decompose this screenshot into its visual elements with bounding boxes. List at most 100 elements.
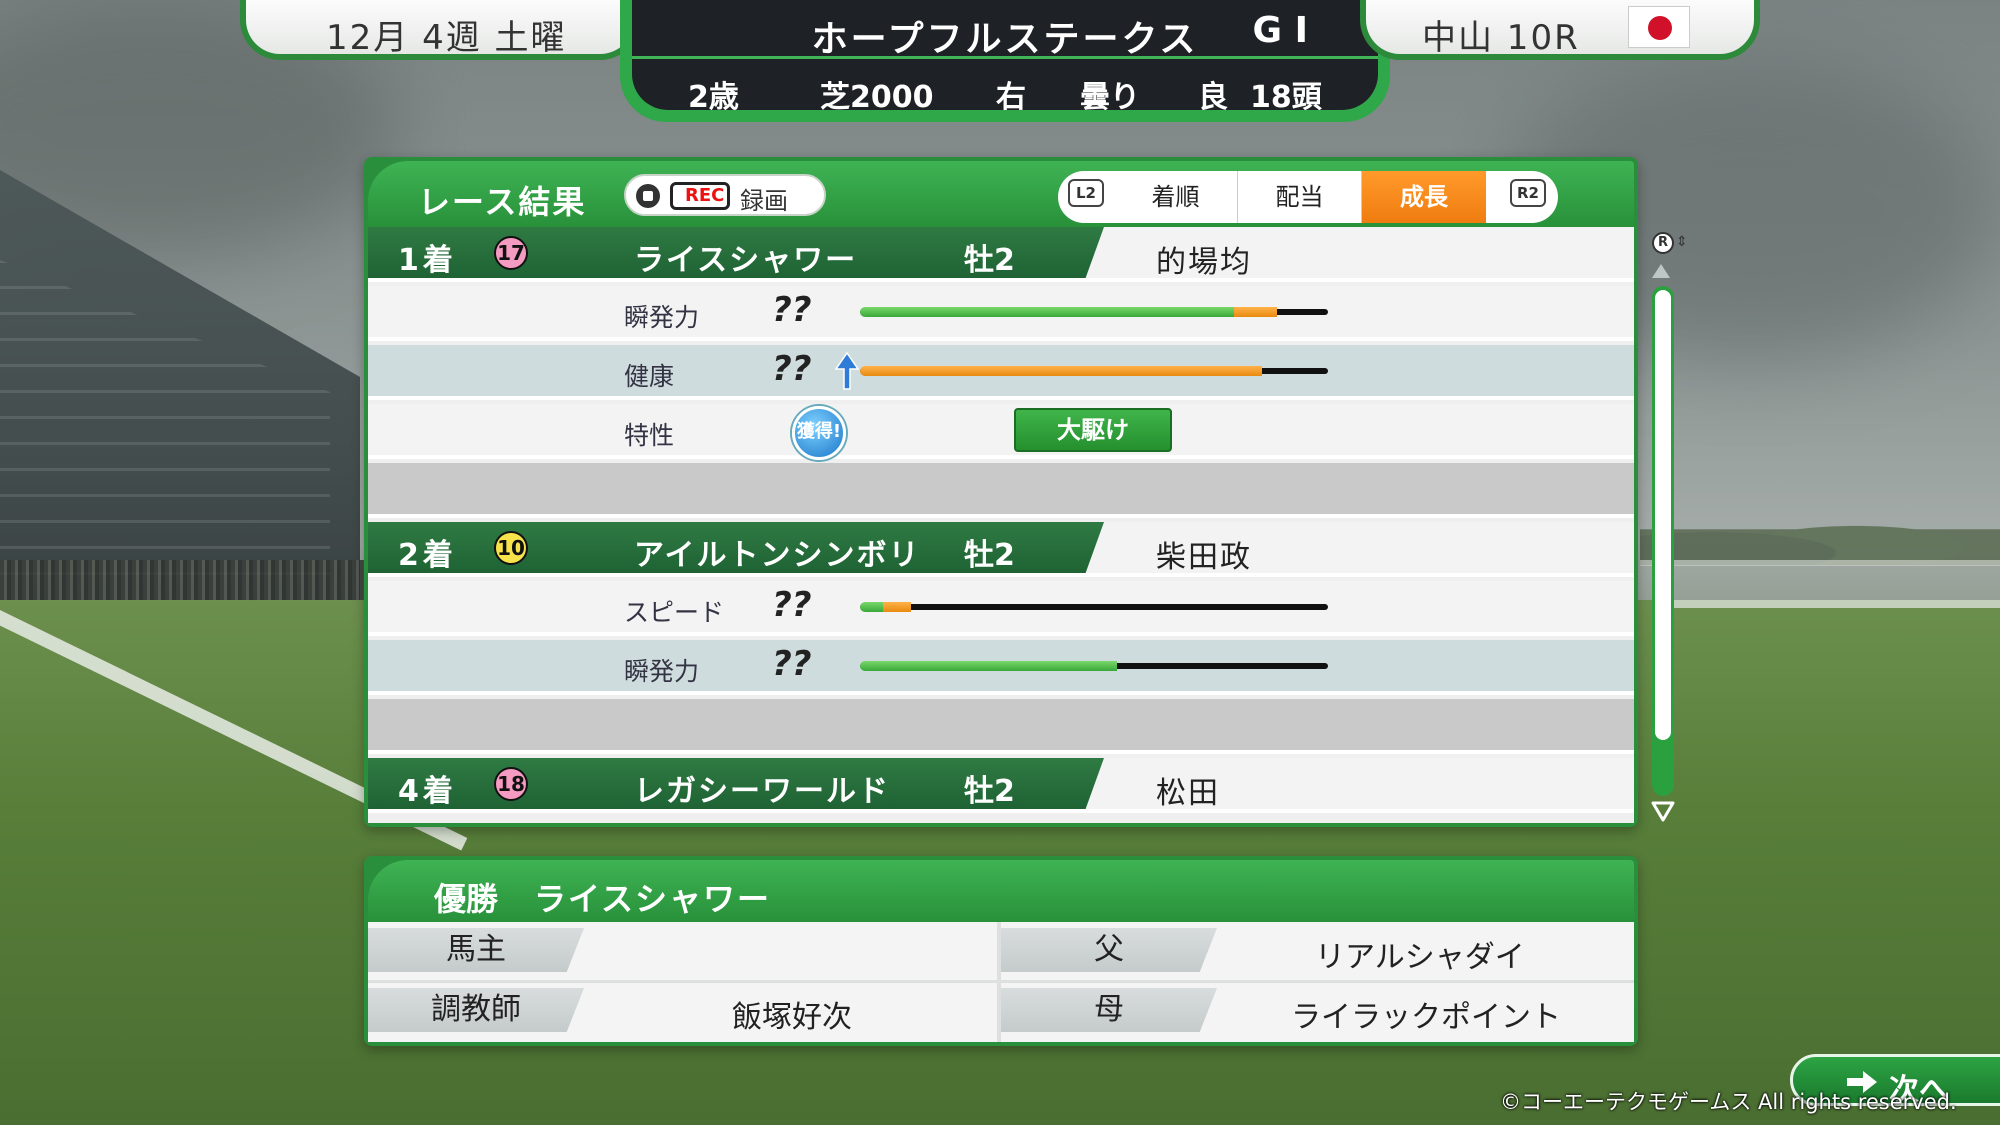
sire-value: リアルシャダイ: [1315, 940, 1525, 975]
finish-place: 4着: [398, 774, 457, 809]
trainer-value: 飯塚好次: [732, 1000, 852, 1035]
race-date-box: 12月 4週 土曜: [240, 0, 640, 60]
tab-finish-order[interactable]: 着順: [1114, 171, 1238, 223]
record-button[interactable]: REC 録画: [624, 174, 826, 216]
horse-band: 1着 17 ライスシャワー 牡2: [368, 227, 1104, 278]
spacer-row: [368, 699, 1634, 754]
horse-band: 2着 10 アイルトンシンボリ 牡2: [368, 522, 1104, 573]
results-title: レース結果: [418, 183, 587, 221]
stat-row: 瞬発力 ??: [368, 286, 1634, 341]
scroll-up-arrow-icon[interactable]: [1652, 264, 1670, 278]
jockey-name: 柴田政: [1156, 540, 1252, 575]
r-stick-button-icon[interactable]: R: [1652, 232, 1674, 254]
acquired-badge-icon: 獲得!: [792, 406, 846, 460]
r2-button-icon[interactable]: R2: [1510, 179, 1546, 207]
horse-name: ライスシャワー: [634, 243, 858, 278]
horse-number-badge: 10: [494, 531, 528, 565]
finish-place: 2着: [398, 538, 457, 573]
title-divider: [632, 56, 1378, 59]
winner-header: 優勝 ライスシャワー: [368, 860, 1634, 922]
sire-row: 父 リアルシャダイ: [1001, 922, 1634, 978]
winner-info: 馬主 調教師 飯塚好次 父 リアルシャダイ 母 ライラックポイント: [368, 922, 1634, 1042]
stat-label: 瞬発力: [624, 303, 700, 332]
spacer-row: [368, 463, 1634, 518]
race-field-size: 18頭: [1250, 80, 1322, 110]
horse-number-badge: 18: [494, 767, 528, 801]
race-title-inner: ホープフルステークス G I 2歳 芝2000 右 曇り 良 18頭: [632, 0, 1378, 110]
winner-panel: 優勝 ライスシャワー 馬主 調教師 飯塚好次 父 リアルシャダイ 母 ライラック…: [364, 856, 1638, 1046]
l2-button-icon[interactable]: L2: [1068, 179, 1104, 207]
stat-bar: [860, 366, 1328, 376]
owner-key: 馬主: [368, 928, 584, 972]
stat-bar: [860, 661, 1328, 671]
result-row-1st: 1着 17 ライスシャワー 牡2 的場均: [368, 227, 1634, 282]
results-header: レース結果 REC 録画 L2 着順 配当 成長 R2: [368, 161, 1634, 227]
stat-row: 健康 ??: [368, 345, 1634, 400]
horse-number-badge: 17: [494, 236, 528, 270]
finish-place: 1着: [398, 243, 457, 278]
copyright: ©コーエーテクモゲームス All rights reserved.: [1500, 1090, 1957, 1114]
race-venue: 中山 10R: [1422, 18, 1580, 58]
stat-bar-green: [860, 307, 1235, 317]
dam-row: 母 ライラックポイント: [1001, 982, 1634, 1038]
stat-value: ??: [772, 644, 812, 684]
stat-bar-orange: [860, 366, 1263, 376]
scrollbar[interactable]: [1652, 286, 1674, 796]
trainer-row: 調教師 飯塚好次: [368, 982, 997, 1038]
horse-band: 4着 18 レガシーワールド 牡2: [368, 758, 1104, 809]
winner-label: 優勝: [434, 880, 499, 918]
tab-growth[interactable]: 成長: [1362, 171, 1486, 223]
outer-rail: [1660, 600, 2000, 608]
stat-value: ??: [772, 349, 812, 389]
tree-line: [1640, 505, 2000, 565]
jockey-name: 松田: [1156, 776, 1220, 811]
owner-row: 馬主: [368, 922, 997, 978]
result-row-2nd: 2着 10 アイルトンシンボリ 牡2 柴田政: [368, 522, 1634, 577]
winner-horse-name: ライスシャワー: [534, 880, 772, 918]
horse-name: アイルトンシンボリ: [634, 538, 921, 573]
horse-sex-age: 牡2: [964, 774, 1015, 809]
sire-key: 父: [1001, 928, 1217, 972]
stat-bar-orange: [883, 602, 912, 612]
tab-payout[interactable]: 配当: [1238, 171, 1362, 223]
race-going: 良: [1198, 80, 1228, 110]
horse-sex-age: 牡2: [964, 243, 1015, 278]
result-row-4th: 4着 18 レガシーワールド 牡2 松田: [368, 758, 1634, 813]
trait-row: 特性 獲得! 大駆け: [368, 404, 1634, 460]
scroll-hint-icon: ⇕: [1676, 234, 1688, 250]
record-label: 録画: [740, 187, 788, 215]
flag-sun: [1648, 16, 1672, 40]
stat-value: ??: [772, 290, 812, 330]
results-list: 1着 17 ライスシャワー 牡2 的場均 瞬発力 ?? 健康 ?? 特性 獲得!…: [368, 227, 1634, 823]
stat-label: 健康: [624, 362, 675, 391]
race-results-panel: レース結果 REC 録画 L2 着順 配当 成長 R2 1着 17 ライスシャワ…: [364, 157, 1638, 827]
race-title-box: ホープフルステークス G I 2歳 芝2000 右 曇り 良 18頭: [620, 0, 1390, 122]
result-tabs: L2 着順 配当 成長 R2: [1058, 171, 1558, 223]
stat-bar-orange: [1234, 307, 1277, 317]
stat-bar: [860, 602, 1328, 612]
race-weather: 曇り: [1080, 80, 1140, 110]
scroll-thumb[interactable]: [1655, 290, 1671, 740]
far-rail: [1640, 560, 2000, 566]
rec-icon: REC: [670, 182, 730, 210]
race-distance: 芝2000: [820, 80, 934, 110]
stat-bar: [860, 307, 1328, 317]
horse-name: レガシーワールド: [634, 774, 890, 809]
horse-sex-age: 牡2: [964, 538, 1015, 573]
scroll-down-arrow-icon[interactable]: [1650, 798, 1676, 824]
trait-chip[interactable]: 大駆け: [1014, 408, 1172, 452]
race-venue-box: 中山 10R: [1360, 0, 1760, 60]
arrow-up-icon: [834, 351, 860, 390]
dam-value: ライラックポイント: [1291, 1000, 1561, 1035]
race-direction: 右: [996, 80, 1026, 110]
stat-bar-green: [860, 602, 884, 612]
dam-key: 母: [1001, 988, 1217, 1032]
trainer-key: 調教師: [368, 988, 584, 1032]
race-grade: G I: [1252, 10, 1308, 51]
stop-icon: [636, 184, 660, 208]
stat-row: スピード ??: [368, 581, 1634, 636]
jockey-name: 的場均: [1156, 245, 1252, 280]
trait-label: 特性: [624, 421, 675, 450]
stat-row: 瞬発力 ??: [368, 640, 1634, 695]
stat-label: 瞬発力: [624, 657, 700, 686]
